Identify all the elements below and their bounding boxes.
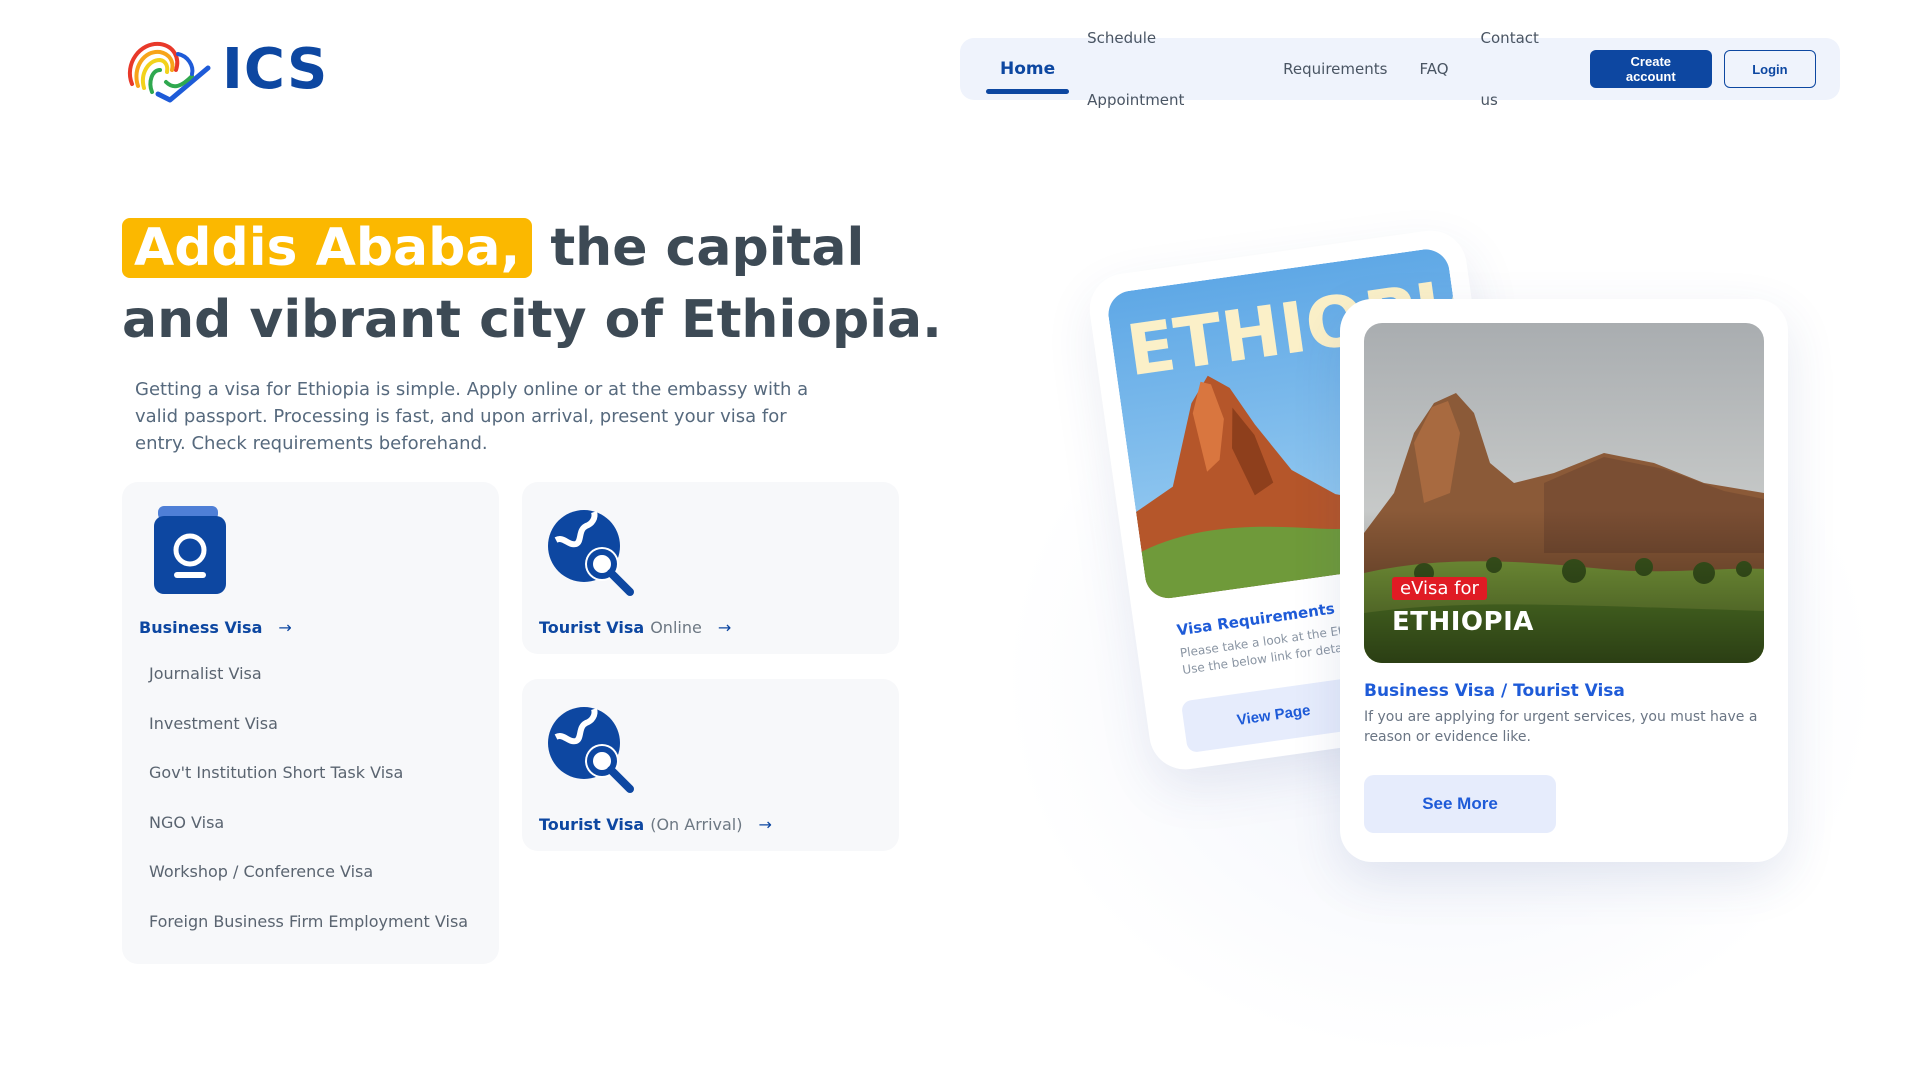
create-account-button[interactable]: Create account <box>1589 50 1712 88</box>
hero-title-highlight: Addis Ababa, <box>122 218 533 278</box>
brand-name: ICS <box>222 36 329 102</box>
business-visa-title: Business Visa <box>139 618 263 637</box>
sub-visa-investment[interactable]: Investment Visa <box>149 714 468 764</box>
arrow-right-icon: → <box>278 618 292 637</box>
nav-requirements[interactable]: Requirements <box>1283 38 1387 100</box>
arrow-right-icon: → <box>717 618 732 637</box>
tourist-visa-online-suffix: Online <box>650 618 702 637</box>
globe-search-icon <box>548 510 634 596</box>
business-visa-link[interactable]: Business Visa → <box>139 618 292 637</box>
ethiopia-landscape-image: eVisa for ETHIOPIA <box>1364 323 1764 663</box>
nav-home[interactable]: Home <box>985 38 1070 100</box>
tourist-visa-online-title: Tourist Visa <box>539 618 645 637</box>
business-visa-sublist: Journalist Visa Investment Visa Gov't In… <box>149 664 468 961</box>
business-visa-card: Business Visa → Journalist Visa Investme… <box>122 482 499 964</box>
tourist-visa-arrival-title: Tourist Visa <box>539 815 645 834</box>
hero-subtitle: Getting a visa for Ethiopia is simple. A… <box>135 379 809 454</box>
main-nav: Home Schedule Appointment Requirements F… <box>960 29 1840 109</box>
evisa-card: eVisa for ETHIOPIA Business Visa / Touri… <box>1340 299 1788 862</box>
tourist-visa-online-link[interactable]: Tourist Visa Online → <box>539 618 731 637</box>
tourist-visa-arrival-link[interactable]: Tourist Visa (On Arrival) → <box>539 815 772 834</box>
sub-visa-ngo[interactable]: NGO Visa <box>149 813 468 863</box>
evisa-tag: eVisa for <box>1392 577 1487 600</box>
evisa-country: ETHIOPIA <box>1392 607 1534 637</box>
sub-visa-journalist[interactable]: Journalist Visa <box>149 664 468 714</box>
view-page-button[interactable]: View Page <box>1180 676 1367 754</box>
nav-faq[interactable]: FAQ <box>1419 38 1448 100</box>
see-more-button[interactable]: See More <box>1364 775 1556 833</box>
fingerprint-logo-icon <box>128 41 211 103</box>
sub-visa-workshop[interactable]: Workshop / Conference Visa <box>149 862 468 912</box>
globe-search-icon <box>548 707 634 793</box>
tourist-visa-online-card: Tourist Visa Online → <box>522 482 899 654</box>
sub-visa-foreign-business[interactable]: Foreign Business Firm Employment Visa <box>149 912 468 962</box>
arrow-right-icon: → <box>758 815 772 834</box>
passport-icon <box>154 506 226 594</box>
login-button[interactable]: Login <box>1723 50 1816 88</box>
nav-schedule-appointment[interactable]: Schedule Appointment <box>1087 7 1251 131</box>
evisa-card-title: Business Visa / Tourist Visa <box>1364 681 1625 701</box>
nav-contact-us[interactable]: Contact us <box>1481 7 1558 131</box>
evisa-card-text: If you are applying for urgent services,… <box>1364 709 1758 745</box>
tourist-visa-arrival-card: Tourist Visa (On Arrival) → <box>522 679 899 851</box>
hero-title: Addis Ababa, the capital and vibrant cit… <box>122 212 942 356</box>
tourist-visa-arrival-suffix: (On Arrival) <box>650 815 743 834</box>
brand-logo[interactable]: ICS <box>122 34 328 104</box>
sub-visa-gov-institution[interactable]: Gov't Institution Short Task Visa <box>149 763 468 813</box>
